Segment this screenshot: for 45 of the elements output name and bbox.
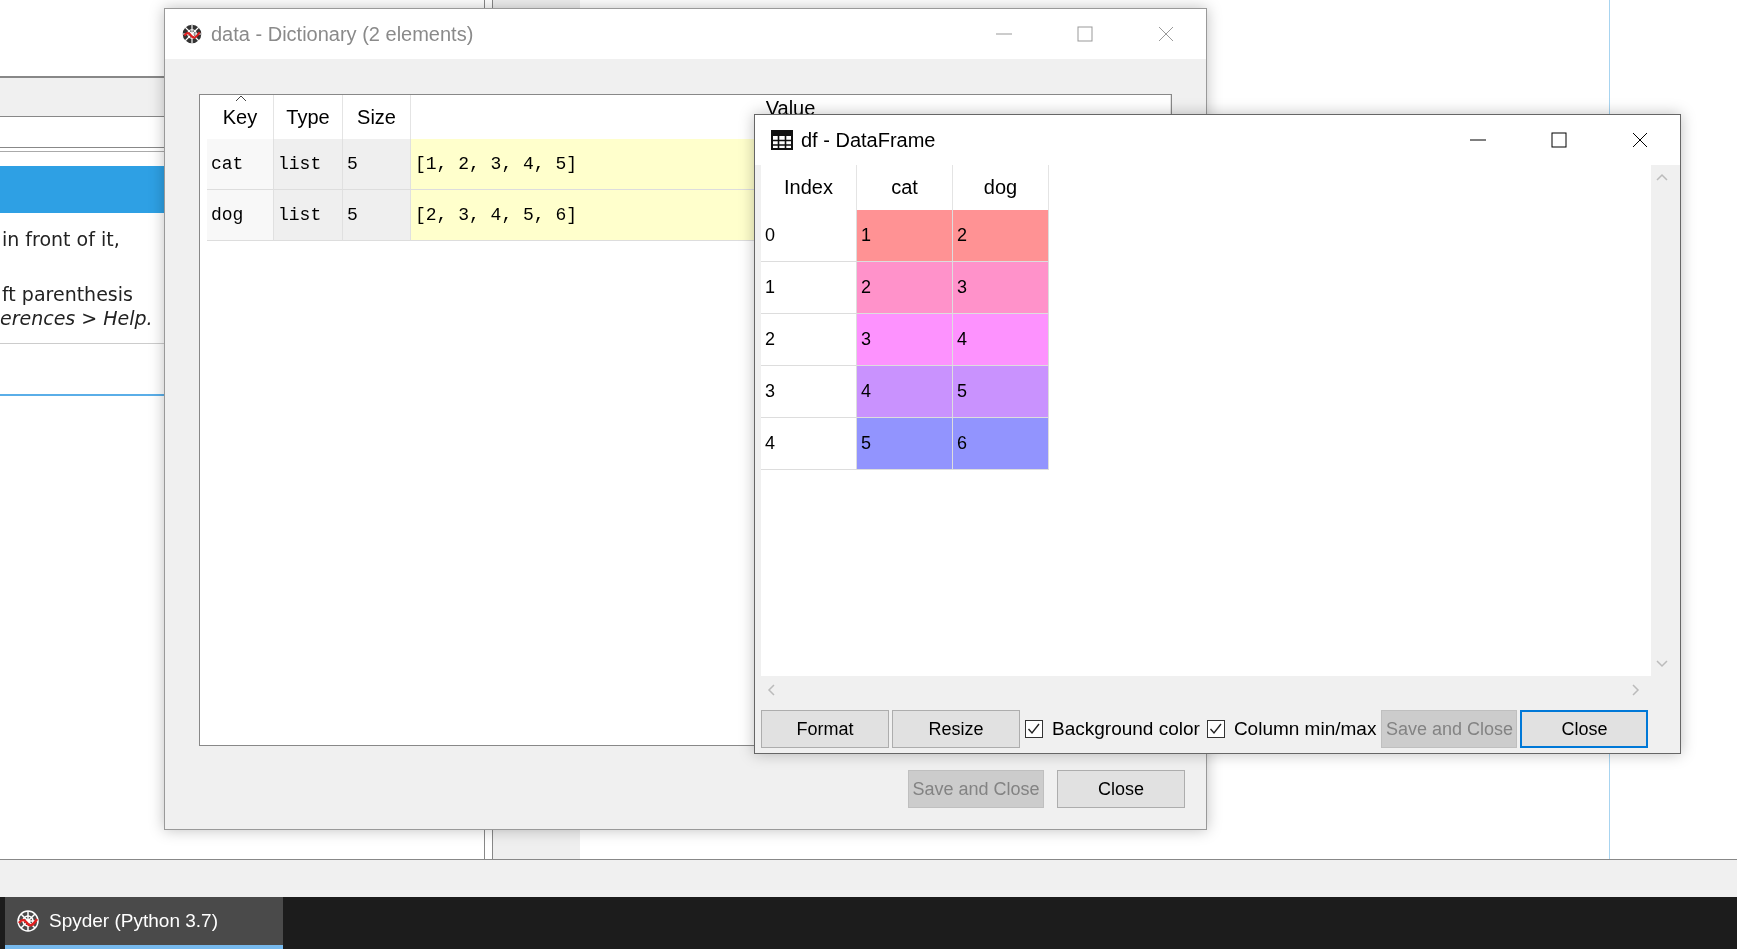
table-cell: 1 <box>857 210 953 262</box>
scroll-left-icon[interactable] <box>767 683 775 696</box>
toolbar-button[interactable]: Resize <box>892 710 1020 748</box>
table-cell: 5 <box>343 139 411 190</box>
scroll-up-icon[interactable] <box>1655 173 1668 181</box>
table-cell: 3 <box>953 262 1049 314</box>
web-icon <box>15 908 41 934</box>
help-text: erences > Help. <box>0 306 154 330</box>
table-cell: 5 <box>953 366 1049 418</box>
table-cell: 4 <box>761 418 857 470</box>
table-cell: 2 <box>857 262 953 314</box>
scroll-right-icon[interactable] <box>1632 683 1640 696</box>
taskbar-item[interactable]: Spyder (Python 3.7) <box>5 897 283 949</box>
table-cell: list <box>274 139 343 190</box>
checkbox-icon[interactable] <box>1206 720 1225 738</box>
table-cell: 1 <box>761 262 857 314</box>
sort-icon <box>235 95 247 102</box>
table-cell: 2 <box>761 314 857 366</box>
toolbar-button[interactable]: Format <box>761 710 889 748</box>
table-cell: 5 <box>857 418 953 470</box>
table-cell: 2 <box>953 210 1049 262</box>
help-text: ft parenthesis <box>1 282 134 306</box>
table-cell: 4 <box>857 366 953 418</box>
window-title: data - Dictionary (2 elements) <box>211 22 474 46</box>
table-cell: 3 <box>761 366 857 418</box>
dialog-button[interactable]: Close <box>1057 770 1185 808</box>
table-cell: dog <box>207 190 274 241</box>
dialog-button[interactable]: Close <box>1520 710 1649 748</box>
web-icon <box>181 23 203 45</box>
table-cell: 6 <box>953 418 1049 470</box>
checkbox[interactable]: Column min/max <box>1204 718 1379 740</box>
maximize-icon[interactable] <box>1549 130 1569 150</box>
scroll-down-icon[interactable] <box>1655 660 1668 668</box>
table-cell: cat <box>207 139 274 190</box>
table-cell: 0 <box>761 210 857 262</box>
table-cell: list <box>274 190 343 241</box>
help-text: in front of it, <box>1 227 121 251</box>
table-cell: 5 <box>343 190 411 241</box>
table-cell: 3 <box>857 314 953 366</box>
maximize-icon[interactable] <box>1075 24 1095 44</box>
checkbox-icon[interactable] <box>1025 720 1043 738</box>
table-icon <box>771 130 793 150</box>
close-icon[interactable] <box>1630 130 1650 150</box>
table-cell: 4 <box>953 314 1049 366</box>
checkbox[interactable]: Background color <box>1023 718 1202 740</box>
